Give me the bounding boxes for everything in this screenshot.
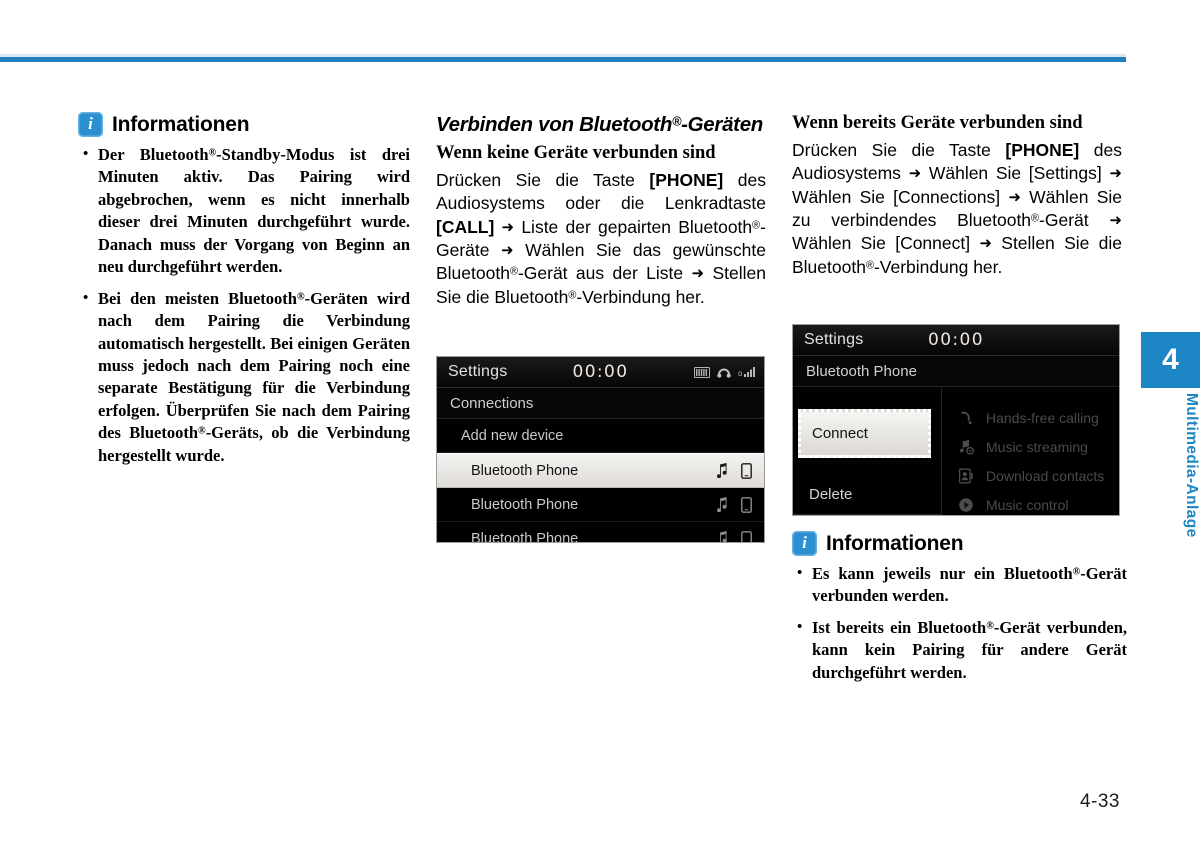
column-right: Wenn bereits Geräte verbunden sind Drück…: [792, 112, 1122, 279]
row-label: Bluetooth Phone: [471, 530, 579, 543]
info-box-right: i Informationen Es kann jeweils nur ein …: [792, 531, 1127, 684]
info-icon: i: [78, 112, 103, 137]
list-item-bluetooth-phone[interactable]: Bluetooth Phone: [437, 488, 764, 522]
feature-list: Hands-free calling Music streaming Downl…: [942, 387, 1119, 515]
row-icons: [717, 530, 752, 542]
screenshot-device-list: Settings 00:00 o Connections Add new dev…: [436, 356, 765, 543]
music-note-icon: [717, 531, 728, 542]
info-box-title: Informationen: [826, 531, 964, 555]
chapter-tab: 4: [1141, 332, 1200, 388]
bullet-text: Der Bluetooth®-Standby-Modus ist drei Mi…: [98, 145, 410, 277]
bullet-text: Ist bereits ein Bluetooth®-Gerät verbund…: [812, 617, 1127, 682]
column-left: i Informationen Der Bluetooth®-Standby-M…: [78, 112, 410, 467]
info-icon: i: [792, 531, 817, 556]
feature-download-contacts: Download contacts: [942, 461, 1119, 490]
connect-button[interactable]: Connect: [798, 409, 931, 458]
info-box-title: Informationen: [112, 112, 250, 136]
bullet-text: Bei den meisten Bluetooth®-Geräten wird …: [98, 288, 410, 465]
feature-label: Hands-free calling: [986, 409, 1099, 426]
chapter-label: Multimedia-Anlage: [1183, 393, 1200, 538]
info-bullet-list-right: Es kann jeweils nur ein Bluetooth®-Gerät…: [792, 563, 1127, 684]
sim-icon: [694, 366, 710, 378]
section-body: Drücken Sie die Taste [PHONE] des Audios…: [436, 170, 766, 307]
header-rule: [0, 54, 1126, 62]
music-note-icon: [717, 497, 728, 512]
section-subheading: Wenn bereits Geräte verbunden sind: [792, 113, 1083, 133]
phone-icon: [741, 530, 752, 542]
phone-icon: [741, 462, 752, 479]
music-note-icon: [717, 463, 728, 478]
status-icons: o: [694, 366, 755, 379]
delete-button[interactable]: Delete: [793, 475, 941, 515]
row-label: Bluetooth Phone: [471, 462, 579, 479]
column-middle: Verbinden von Bluetooth®-Geräten Wenn ke…: [436, 112, 766, 309]
bluetooth-headset-icon: [717, 366, 731, 379]
section-heading: Verbinden von Bluetooth®-Geräten: [436, 113, 764, 136]
svg-text:o: o: [738, 369, 743, 378]
row-icons: [717, 496, 752, 513]
info-bullet-list-left: Der Bluetooth®-Standby-Modus ist drei Mi…: [78, 144, 410, 467]
list-item-bluetooth-phone-selected[interactable]: Bluetooth Phone: [437, 453, 764, 488]
list-item: Der Bluetooth®-Standby-Modus ist drei Mi…: [78, 144, 410, 279]
bullet-text: Es kann jeweils nur ein Bluetooth®-Gerät…: [812, 564, 1127, 606]
list-item: Es kann jeweils nur ein Bluetooth®-Gerät…: [792, 563, 1127, 608]
feature-hands-free-calling: Hands-free calling: [942, 403, 1119, 432]
screenshot-connect-screen: Settings 00:00 Bluetooth Phone Connect D…: [792, 324, 1120, 516]
breadcrumb: Connections: [437, 388, 764, 419]
feature-music-streaming: Music streaming: [942, 432, 1119, 461]
connect-screen-body: Connect Delete Hands-free calling Music …: [793, 387, 1119, 515]
chapter-number: 4: [1162, 343, 1179, 376]
handset-icon: [958, 410, 974, 426]
page-number: 4-33: [1079, 791, 1120, 812]
contact-card-icon: [958, 468, 974, 484]
phone-icon: [741, 496, 752, 513]
status-bar: Settings 00:00 o: [437, 357, 764, 388]
list-item-add-new-device[interactable]: Add new device: [437, 419, 764, 453]
row-label: Add new device: [461, 427, 564, 444]
list-item: Ist bereits ein Bluetooth®-Gerät verbund…: [792, 617, 1127, 684]
breadcrumb: Bluetooth Phone: [793, 356, 1119, 387]
music-streaming-icon: [958, 439, 974, 455]
section-subheading: Wenn keine Geräte verbunden sind: [436, 143, 716, 163]
list-item: Bei den meisten Bluetooth®-Geräten wird …: [78, 288, 410, 468]
signal-bars-icon: o: [738, 366, 755, 378]
info-box-header-right: i Informationen: [792, 531, 1127, 556]
row-icons: [717, 462, 752, 479]
action-menu: Connect Delete: [793, 387, 942, 515]
row-label: Bluetooth Phone: [471, 496, 579, 513]
info-box-header-left: i Informationen: [78, 112, 410, 137]
play-icon: [958, 497, 974, 513]
feature-label: Download contacts: [986, 467, 1105, 484]
feature-music-control: Music control: [942, 490, 1119, 515]
list-item-bluetooth-phone[interactable]: Bluetooth Phone: [437, 522, 764, 543]
clock: 00:00: [928, 330, 984, 350]
feature-label: Music streaming: [986, 438, 1088, 455]
status-bar: Settings 00:00: [793, 325, 1119, 356]
feature-label: Music control: [986, 496, 1069, 513]
section-body: Drücken Sie die Taste [PHONE] des Audios…: [792, 140, 1122, 277]
